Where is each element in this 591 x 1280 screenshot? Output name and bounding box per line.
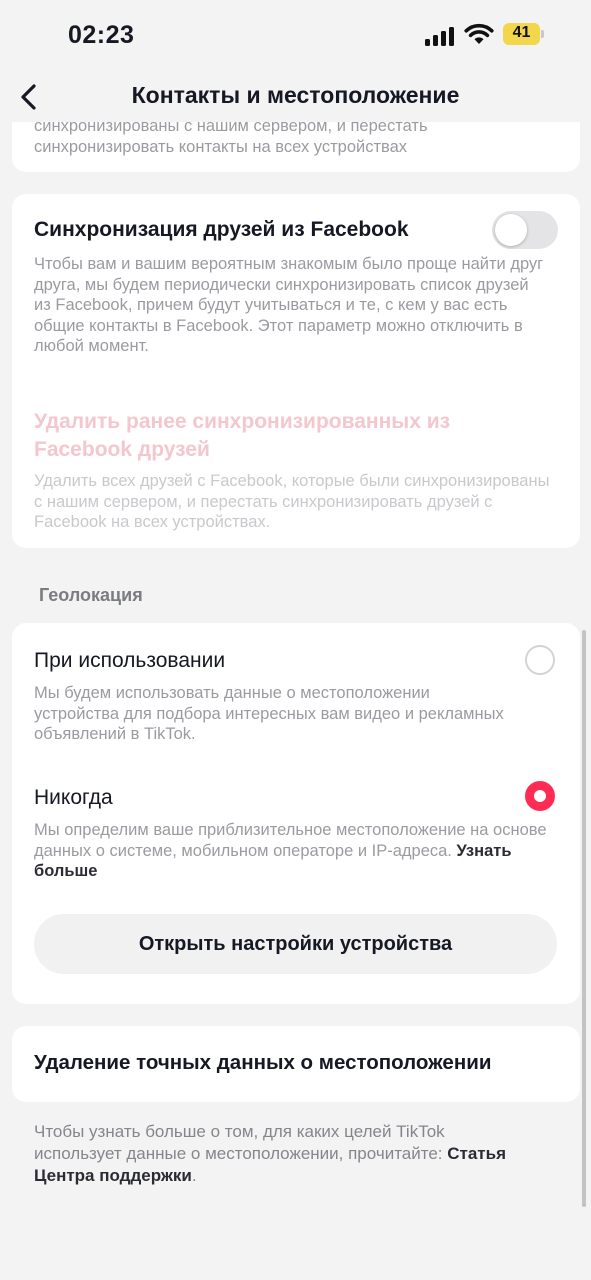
option-never-title: Никогда: [34, 786, 113, 809]
option-while-using-radio[interactable]: [525, 645, 555, 675]
battery-icon: 41: [503, 23, 544, 45]
facebook-sync-description: Чтобы вам и вашим вероятным знакомым был…: [34, 255, 544, 355]
footer-note: Чтобы узнать больше о том, для каких цел…: [34, 1121, 534, 1187]
status-bar: 02:23 41: [0, 0, 591, 72]
footer-suffix: .: [191, 1166, 197, 1185]
option-never-radio[interactable]: [525, 781, 555, 811]
option-while-using-description: Мы будем использовать данные о местополо…: [34, 684, 504, 743]
delete-facebook-friends-link[interactable]: Удалить ранее синхронизированных из Face…: [34, 408, 514, 464]
delete-precise-location-title: Удаление точных данных о местоположении: [34, 1051, 492, 1074]
location-section-label: Геолокация: [39, 585, 143, 605]
facebook-sync-card: Синхронизация друзей из Facebook Чтобы в…: [12, 194, 580, 548]
option-while-using-title: При использовании: [34, 649, 226, 672]
cellular-signal-icon: [425, 26, 455, 46]
status-time: 02:23: [68, 21, 135, 49]
open-device-settings-button[interactable]: Открыть настройки устройства: [34, 914, 557, 974]
facebook-sync-title: Синхронизация друзей из Facebook: [34, 218, 409, 241]
footer-text: Чтобы узнать больше о том, для каких цел…: [34, 1122, 445, 1163]
wifi-icon: [464, 23, 494, 44]
option-never-description: Мы определим ваше приблизительное местоп…: [34, 820, 564, 882]
scrollbar[interactable]: [582, 630, 586, 1207]
toggle-knob: [495, 214, 527, 246]
location-card: При использовании Мы будем использовать …: [12, 623, 580, 1004]
facebook-sync-toggle[interactable]: [492, 211, 558, 249]
nav-header: Контакты и местоположение: [0, 72, 591, 122]
battery-percent: 41: [512, 24, 531, 41]
delete-facebook-friends-description: Удалить всех друзей с Facebook, которые …: [34, 472, 550, 531]
delete-precise-location-card[interactable]: Удаление точных данных о местоположении: [12, 1026, 580, 1102]
contacts-sync-description: синхронизированы с нашим сервером, и пер…: [34, 117, 428, 156]
page-title: Контакты и местоположение: [131, 82, 460, 108]
